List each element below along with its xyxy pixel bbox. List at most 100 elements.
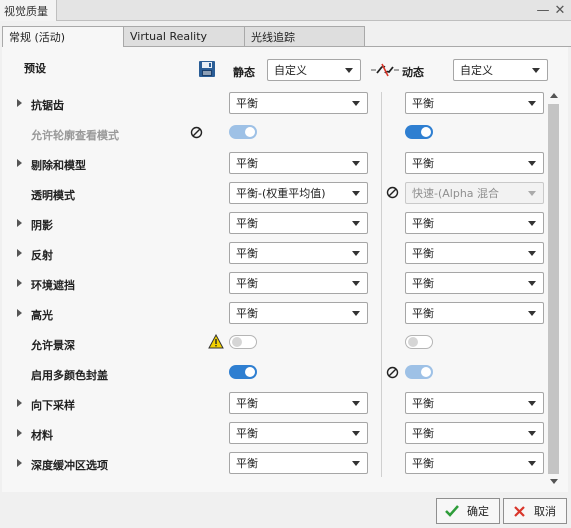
dropdown-value: 平衡	[412, 277, 434, 290]
expand-caret-icon[interactable]	[17, 159, 22, 167]
chevron-down-icon	[528, 161, 536, 166]
dropdown-value: 平衡	[236, 457, 258, 470]
downsampling-static-dropdown[interactable]: 平衡	[229, 392, 368, 414]
cancel-button[interactable]: 取消	[503, 498, 567, 524]
expand-caret-icon[interactable]	[17, 399, 22, 407]
static-preset-dropdown[interactable]: 自定义	[267, 59, 361, 81]
tab-vr-label: Virtual Reality	[130, 30, 208, 43]
chevron-down-icon	[532, 68, 540, 73]
antialiasing-dynamic-dropdown[interactable]: 平衡	[405, 92, 544, 114]
shadows-dynamic-dropdown[interactable]: 平衡	[405, 212, 544, 234]
row-label-transparency: 透明模式	[31, 189, 75, 202]
transparency-static-dropdown[interactable]: 平衡-(权重平均值)	[229, 182, 368, 204]
depth-of-field-static-toggle[interactable]	[229, 335, 257, 349]
dynamic-preset-dropdown[interactable]: 自定义	[453, 59, 548, 81]
chevron-down-icon	[528, 191, 536, 196]
scroll-down-icon[interactable]	[550, 479, 558, 484]
tab-virtual-reality[interactable]: Virtual Reality	[123, 26, 245, 47]
link-icon[interactable]	[371, 61, 399, 79]
window-title-tab[interactable]: 视觉质量	[0, 0, 57, 21]
chevron-down-icon	[352, 191, 360, 196]
expand-caret-icon[interactable]	[17, 459, 22, 467]
static-label: 静态	[233, 66, 255, 79]
chevron-down-icon	[528, 221, 536, 226]
ambient-occlusion-dynamic-dropdown[interactable]: 平衡	[405, 272, 544, 294]
expand-caret-icon[interactable]	[17, 219, 22, 227]
dropdown-value: 平衡	[236, 97, 258, 110]
chevron-down-icon	[528, 401, 536, 406]
ok-button[interactable]: 确定	[436, 498, 500, 524]
row-label-silhouette-mode: 允许轮廓查看模式	[31, 129, 119, 142]
reflections-dynamic-dropdown[interactable]: 平衡	[405, 242, 544, 264]
culling-dynamic-dropdown[interactable]: 平衡	[405, 152, 544, 174]
highlights-dynamic-dropdown[interactable]: 平衡	[405, 302, 544, 324]
dynamic-label: 动态	[402, 66, 424, 79]
row-label-materials: 材料	[31, 429, 53, 442]
chevron-down-icon	[528, 461, 536, 466]
tab-ray-tracing[interactable]: 光线追踪	[244, 26, 365, 47]
depth-buffer-dynamic-dropdown[interactable]: 平衡	[405, 452, 544, 474]
chevron-down-icon	[528, 431, 536, 436]
dropdown-value: 平衡	[412, 97, 434, 110]
depth-buffer-static-dropdown[interactable]: 平衡	[229, 452, 368, 474]
ambient-occlusion-static-dropdown[interactable]: 平衡	[229, 272, 368, 294]
antialiasing-static-dropdown[interactable]: 平衡	[229, 92, 368, 114]
chevron-down-icon	[528, 101, 536, 106]
multicolor-caps-static-toggle[interactable]	[229, 365, 257, 379]
cancel-button-label: 取消	[534, 505, 556, 518]
tab-general-label: 常规 (活动)	[9, 31, 66, 44]
static-preset-value: 自定义	[274, 64, 307, 77]
dropdown-value: 平衡	[236, 247, 258, 260]
expand-caret-icon[interactable]	[17, 429, 22, 437]
x-icon	[504, 505, 534, 517]
row-label-depth-of-field: 允许景深	[31, 339, 75, 352]
multicolor-caps-dynamic-toggle	[405, 365, 433, 379]
dropdown-value: 平衡	[412, 157, 434, 170]
scroll-up-icon[interactable]	[550, 93, 558, 98]
reflections-static-dropdown[interactable]: 平衡	[229, 242, 368, 264]
dropdown-value: 平衡	[412, 457, 434, 470]
chevron-down-icon	[345, 68, 353, 73]
warning-icon	[208, 333, 224, 349]
chevron-down-icon	[352, 461, 360, 466]
close-icon[interactable]: ✕	[552, 1, 568, 19]
highlights-static-dropdown[interactable]: 平衡	[229, 302, 368, 324]
expand-caret-icon[interactable]	[17, 99, 22, 107]
row-label-reflections: 反射	[31, 249, 53, 262]
materials-static-dropdown[interactable]: 平衡	[229, 422, 368, 444]
materials-dynamic-dropdown[interactable]: 平衡	[405, 422, 544, 444]
chevron-down-icon	[352, 161, 360, 166]
row-label-depth-buffer: 深度缓冲区选项	[31, 459, 108, 472]
silhouette-static-toggle[interactable]	[229, 125, 257, 139]
row-label-culling: 剔除和模型	[31, 159, 86, 172]
chevron-down-icon	[528, 251, 536, 256]
row-label-shadows: 阴影	[31, 219, 53, 232]
dynamic-preset-value: 自定义	[460, 64, 493, 77]
expand-caret-icon[interactable]	[17, 309, 22, 317]
row-label-multicolor-caps: 启用多颜色封盖	[31, 369, 108, 382]
dropdown-value: 平衡	[412, 427, 434, 440]
scrollbar-thumb[interactable]	[548, 104, 559, 474]
downsampling-dynamic-dropdown[interactable]: 平衡	[405, 392, 544, 414]
chevron-down-icon	[352, 311, 360, 316]
chevron-down-icon	[352, 221, 360, 226]
dropdown-value: 平衡	[412, 397, 434, 410]
save-icon[interactable]	[198, 60, 216, 78]
expand-caret-icon[interactable]	[17, 249, 22, 257]
prohibited-icon	[386, 186, 399, 199]
dropdown-value: 平衡-(权重平均值)	[236, 187, 326, 200]
window-title: 视觉质量	[4, 4, 48, 18]
dropdown-value: 平衡	[236, 307, 258, 320]
title-bar: 视觉质量 — ✕	[0, 0, 571, 21]
silhouette-dynamic-toggle[interactable]	[405, 125, 433, 139]
depth-of-field-dynamic-toggle[interactable]	[405, 335, 433, 349]
shadows-static-dropdown[interactable]: 平衡	[229, 212, 368, 234]
expand-caret-icon[interactable]	[17, 279, 22, 287]
culling-static-dropdown[interactable]: 平衡	[229, 152, 368, 174]
tab-general[interactable]: 常规 (活动)	[2, 26, 124, 48]
dropdown-value: 平衡	[412, 217, 434, 230]
minimize-icon[interactable]: —	[535, 1, 551, 19]
chevron-down-icon	[352, 101, 360, 106]
vertical-scrollbar[interactable]	[546, 90, 561, 490]
checkmark-icon	[437, 505, 467, 517]
